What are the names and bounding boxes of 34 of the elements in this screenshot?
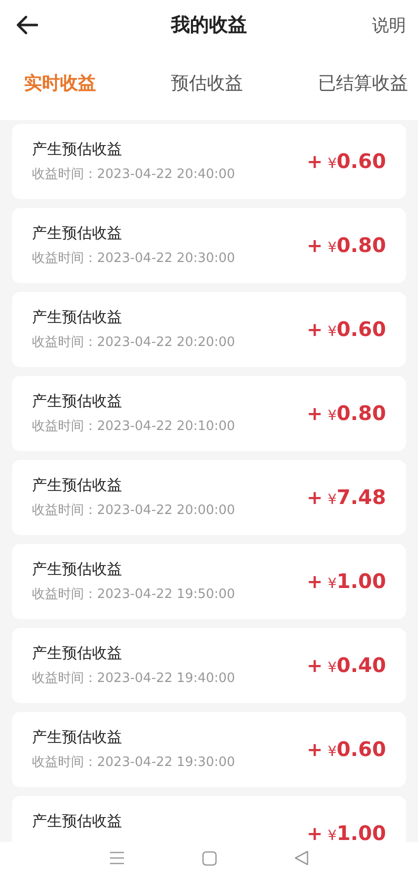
earning-title: 产生预估收益 [32,812,122,831]
earning-time: 收益时间：2023-04-22 20:10:00 [32,418,236,435]
earning-time: 收益时间：2023-04-22 19:40:00 [32,670,236,687]
earning-title: 产生预估收益 [32,476,123,495]
earning-amount: + ¥0.80 [306,234,386,257]
earning-title: 产生预估收益 [32,140,123,159]
earning-title: 产生预估收益 [32,392,123,411]
tab[interactable]: 已结算收益 [318,67,408,99]
earning-amount: + ¥1.00 [306,822,386,842]
earning-time: 收益时间：2023-04-22 19:50:00 [32,586,236,603]
earning-amount: + ¥0.40 [306,654,386,677]
earning-title: 产生预估收益 [32,560,123,579]
earning-amount: + ¥0.60 [306,150,386,173]
earning-title: 产生预估收益 [32,224,123,243]
page-title: 我的收益 [171,13,247,38]
earning-amount: + ¥7.48 [306,486,386,509]
earning-time: 收益时间：2023-04-22 19:30:00 [32,754,236,771]
earning-amount: + ¥0.80 [306,402,386,425]
earning-title: 产生预估收益 [32,728,123,747]
earning-time: 收益时间：2023-04-22 20:30:00 [32,250,236,267]
earning-amount: + ¥1.00 [306,570,386,593]
tab[interactable]: 预估收益 [171,67,243,99]
menu-icon[interactable] [108,851,125,865]
earning-amount: + ¥0.60 [306,318,386,341]
earning-amount: + ¥0.60 [306,738,386,761]
earning-time: 收益时间：2023-04-22 20:20:00 [32,334,236,351]
earning-title: 产生预估收益 [32,644,123,663]
earning-time: 收益时间：2023-04-22 20:00:00 [32,502,236,519]
square-icon[interactable] [202,850,217,866]
earning-time: 收益时间：2023-04-22 20:40:00 [32,166,236,183]
earning-title: 产生预估收益 [32,308,123,327]
help-link[interactable]: 说明 [372,14,406,36]
back-arrow-icon[interactable] [16,15,38,35]
triangle-back-icon[interactable] [294,850,310,866]
